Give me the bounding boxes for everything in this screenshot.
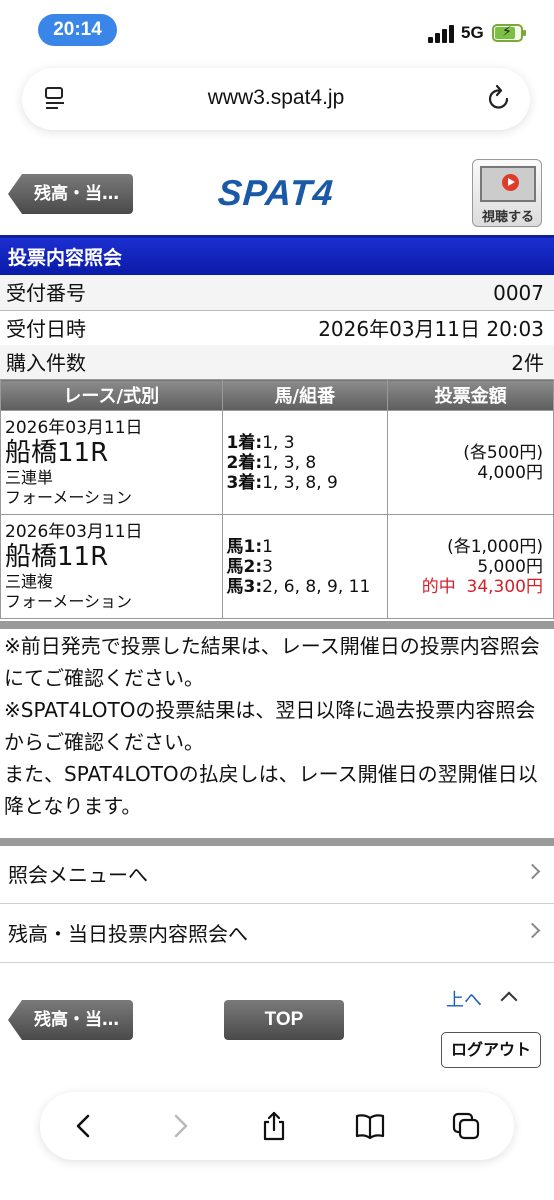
- chevron-right-icon: [524, 863, 541, 880]
- info-value: 0007: [493, 281, 544, 305]
- receipt-number-row: 受付番号 0007: [0, 275, 554, 311]
- network-type: 5G: [461, 23, 484, 42]
- divider: [0, 621, 554, 629]
- url-text[interactable]: www3.spat4.jp: [22, 86, 530, 110]
- address-bar[interactable]: www3.spat4.jp: [22, 68, 530, 130]
- race-venue: 船橋11R: [5, 541, 109, 572]
- combo-value: 2, 6, 8, 9, 11: [262, 576, 371, 597]
- race-date: 2026年03月11日: [5, 417, 143, 438]
- chevron-up-icon[interactable]: [500, 991, 518, 1009]
- bet-type: 三連複: [5, 571, 54, 591]
- balance-inquiry-link[interactable]: 残高・当日投票内容照会へ: [0, 905, 554, 963]
- amount-each: (各500円): [463, 442, 543, 463]
- table-row: 2026年03月11日 船橋11R 三連単 フォーメーション 1着:1, 3 2…: [0, 410, 554, 515]
- scroll-top-link[interactable]: 上へ: [446, 986, 482, 1012]
- hit-label: 的中: [421, 576, 456, 597]
- amount-total: 4,000円: [477, 462, 543, 483]
- amount-cell: (各500円) 4,000円: [387, 410, 554, 515]
- bet-type: 三連単: [5, 467, 54, 487]
- combo-value: 1, 3, 8, 9: [262, 472, 338, 493]
- top-button[interactable]: TOP: [224, 1000, 344, 1040]
- watch-label: 視聴する: [481, 210, 534, 225]
- battery-icon: ⚡: [492, 24, 526, 42]
- inquiry-menu-link[interactable]: 照会メニューへ: [0, 846, 554, 904]
- menu-label: 残高・当日投票内容照会へ: [8, 922, 248, 946]
- chevron-right-icon: [524, 922, 541, 939]
- column-header: 投票金額: [387, 379, 554, 411]
- logout-button[interactable]: ログアウト: [441, 1032, 541, 1068]
- bookmarks-icon[interactable]: [354, 1110, 386, 1142]
- combo-label: 1着:: [226, 432, 263, 453]
- info-value: 2026年03月11日 20:03: [318, 317, 544, 341]
- hit-result: 的中 34,300円: [388, 577, 543, 597]
- status-time: 20:14: [38, 14, 117, 46]
- hit-amount: 34,300円: [466, 576, 543, 597]
- menu-label: 照会メニューへ: [8, 863, 148, 887]
- notice-line: ※前日発売で投票した結果は、レース開催日の投票内容照会にてご確認ください。: [4, 634, 540, 690]
- table-header-row: レース/式別 馬/組番 投票金額: [0, 379, 554, 411]
- charging-bolt-icon: ⚡: [502, 24, 512, 40]
- amount-each: (各1,000円): [447, 536, 543, 557]
- receipt-datetime-row: 受付日時 2026年03月11日 20:03: [0, 311, 554, 347]
- bet-table: レース/式別 馬/組番 投票金額 2026年03月11日 船橋11R 三連単 フ…: [0, 379, 554, 619]
- purchase-count-row: 購入件数 2件: [0, 345, 554, 381]
- info-label: 購入件数: [6, 351, 86, 375]
- back-icon[interactable]: [68, 1110, 100, 1142]
- combo-cell: 1着:1, 3 2着:1, 3, 8 3着:1, 3, 8, 9: [221, 410, 389, 515]
- amount-cell: (各1,000円) 5,000円 的中 34,300円: [387, 514, 554, 619]
- play-icon: [502, 174, 519, 191]
- bet-method: フォーメーション: [5, 591, 133, 611]
- notice-line: ※SPAT4LOTOの投票結果は、翌日以降に過去投票内容照会からご確認ください。: [4, 698, 536, 754]
- combo-label: 馬1:: [226, 536, 263, 557]
- table-row: 2026年03月11日 船橋11R 三連複 フォーメーション 馬1:1 馬2:3…: [0, 514, 554, 619]
- combo-value: 3: [262, 556, 273, 577]
- tabs-icon[interactable]: [450, 1110, 482, 1142]
- column-header: 馬/組番: [221, 379, 389, 411]
- forward-icon[interactable]: [164, 1110, 196, 1142]
- browser-toolbar: [40, 1092, 514, 1160]
- bet-method: フォーメーション: [5, 487, 133, 507]
- combo-cell: 馬1:1 馬2:3 馬3:2, 6, 8, 9, 11: [221, 514, 389, 619]
- cellular-signal-icon: [428, 25, 456, 43]
- footer-back-button[interactable]: 残高・当…: [8, 1000, 133, 1040]
- combo-label: 馬3:: [226, 576, 263, 597]
- share-icon[interactable]: [258, 1110, 290, 1142]
- divider: [0, 838, 554, 846]
- notice-line: また、SPAT4LOTOの払戻しは、レース開催日の翌開催日以降となります。: [4, 762, 538, 818]
- race-venue: 船橋11R: [5, 437, 109, 468]
- info-label: 受付日時: [6, 317, 86, 341]
- combo-value: 1, 3, 8: [262, 452, 317, 473]
- status-bar: 20:14 5G ⚡: [0, 0, 554, 62]
- watch-video-button[interactable]: 視聴する: [472, 159, 542, 227]
- spat4-logo[interactable]: SPAT4: [217, 172, 336, 214]
- notice-text: ※前日発売で投票した結果は、レース開催日の投票内容照会にてご確認ください。 ※S…: [0, 630, 554, 836]
- film-icon: [480, 166, 536, 202]
- info-value: 2件: [511, 351, 544, 375]
- info-label: 受付番号: [6, 281, 86, 305]
- back-balance-button[interactable]: 残高・当…: [8, 174, 133, 214]
- amount-total: 5,000円: [477, 556, 543, 577]
- combo-label: 馬2:: [226, 556, 263, 577]
- combo-value: 1, 3: [262, 432, 295, 453]
- page-title: 投票内容照会: [0, 235, 554, 275]
- combo-label: 3着:: [226, 472, 263, 493]
- race-cell: 2026年03月11日 船橋11R 三連複 フォーメーション: [0, 514, 223, 619]
- column-header: レース/式別: [0, 379, 223, 411]
- race-cell: 2026年03月11日 船橋11R 三連単 フォーメーション: [0, 410, 223, 515]
- reload-icon[interactable]: [486, 84, 512, 112]
- combo-value: 1: [262, 536, 273, 557]
- race-date: 2026年03月11日: [5, 521, 143, 542]
- combo-label: 2着:: [226, 452, 263, 473]
